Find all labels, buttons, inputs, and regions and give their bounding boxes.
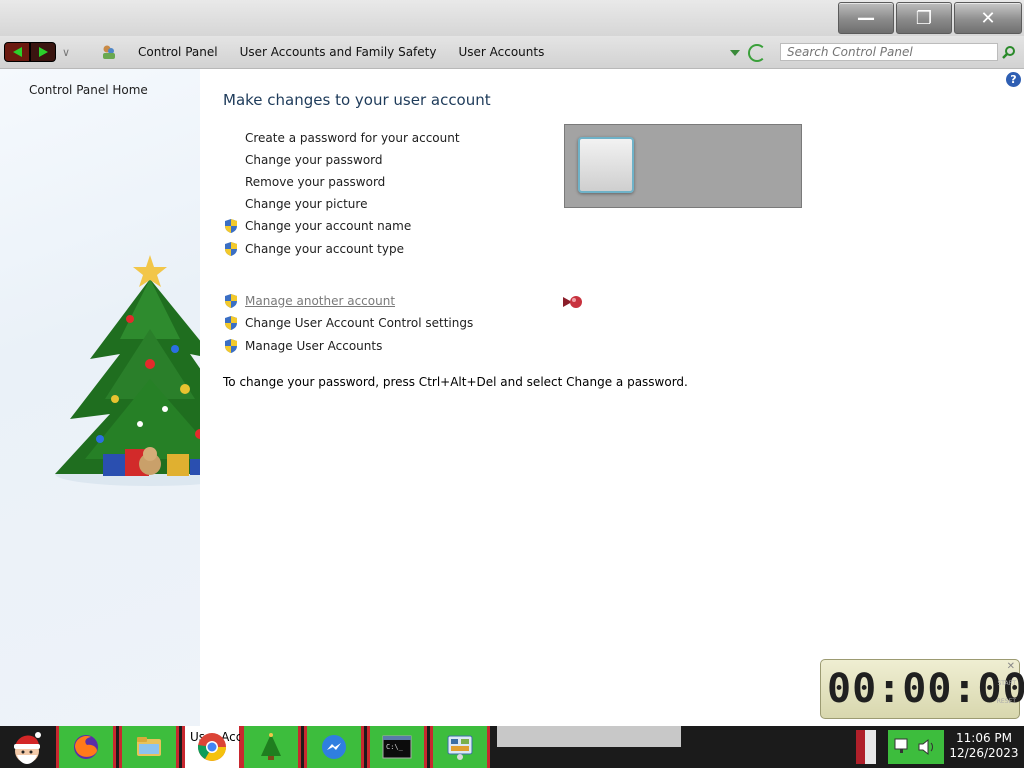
back-button[interactable]	[4, 42, 30, 62]
back-arrow-icon	[12, 47, 22, 57]
navigation-buttons: ∨	[4, 42, 70, 62]
messenger-icon	[322, 735, 346, 759]
minimize-button[interactable]: —	[838, 2, 894, 34]
network-volume-icon[interactable]	[891, 734, 941, 760]
address-actions	[730, 44, 766, 62]
recent-pages-chevron-icon[interactable]: ∨	[62, 46, 70, 59]
taskbar-firefox[interactable]	[56, 726, 116, 768]
folder-icon	[137, 737, 161, 756]
breadcrumb-control-panel[interactable]: Control Panel	[138, 45, 218, 59]
uac-settings-link[interactable]: Change User Account Control settings	[245, 316, 473, 330]
stopwatch-gadget[interactable]: 00:00:00 ✕ START RESET	[820, 659, 1024, 719]
remove-password-link[interactable]: Remove your password	[245, 175, 385, 189]
manage-another-account-link[interactable]: Manage another account	[245, 294, 395, 308]
taskbar-clock[interactable]: 11:06 PM 12/26/2023	[948, 731, 1020, 761]
firefox-icon	[74, 735, 98, 759]
stopwatch-display: 00:00:00	[827, 666, 1024, 712]
stopwatch-start-button[interactable]: START	[997, 680, 1016, 687]
page-title: Make changes to your user account	[223, 91, 491, 109]
taskbar-christmas-tree-app[interactable]	[241, 726, 301, 768]
window-controls: — ❐ ✕	[836, 2, 1022, 34]
uac-shield-icon	[225, 316, 237, 330]
maximize-button[interactable]: ❐	[896, 2, 952, 34]
change-picture-link[interactable]: Change your picture	[245, 197, 367, 211]
address-bar: ∨ Control Panel User Accounts and Family…	[0, 36, 1024, 69]
restore-icon: ❐	[915, 7, 933, 29]
svg-text:C:\_: C:\_	[386, 743, 404, 751]
uac-shield-icon	[225, 219, 237, 233]
control-panel-icon	[100, 43, 118, 61]
manage-user-accounts-link[interactable]: Manage User Accounts	[245, 339, 382, 353]
search-input[interactable]	[780, 43, 998, 61]
taskbar-user-accounts-window[interactable]: User Accounts	[182, 726, 242, 768]
close-icon: ✕	[980, 7, 996, 29]
minimize-icon: —	[857, 7, 875, 29]
stopwatch-reset-button[interactable]: RESET	[997, 698, 1016, 705]
taskbar-messenger[interactable]	[304, 726, 364, 768]
taskbar-control-panel[interactable]	[430, 726, 490, 768]
christmas-tree-icon	[261, 733, 281, 760]
control-panel-home-link[interactable]: Control Panel Home	[29, 83, 148, 97]
forward-button[interactable]	[30, 42, 56, 62]
main-content: ? Make changes to your user account Crea…	[200, 69, 1024, 726]
change-password-link[interactable]: Change your password	[245, 153, 383, 167]
taskbar-date: 12/26/2023	[949, 746, 1019, 760]
uac-shield-icon	[225, 339, 237, 353]
mouse-cursor-icon	[563, 296, 582, 308]
start-button[interactable]	[2, 726, 52, 768]
taskbar-time: 11:06 PM	[956, 731, 1012, 745]
taskbar-preview-strip	[497, 726, 681, 747]
breadcrumb-user-accounts-family-safety[interactable]: User Accounts and Family Safety	[240, 45, 437, 59]
address-dropdown-icon[interactable]	[730, 50, 740, 56]
santa-start-icon	[14, 732, 41, 764]
create-password-link[interactable]: Create a password for your account	[245, 131, 460, 145]
search-icon[interactable]	[1002, 45, 1016, 59]
account-picture-panel	[564, 124, 802, 208]
left-navigation-pane: Control Panel Home	[0, 69, 250, 726]
taskbar-file-explorer[interactable]	[119, 726, 179, 768]
account-picture[interactable]	[578, 137, 634, 193]
title-bar: — ❐ ✕	[0, 0, 1024, 36]
help-icon[interactable]: ?	[1006, 72, 1021, 87]
uac-shield-icon	[225, 294, 237, 308]
uac-shield-icon	[225, 242, 237, 256]
control-panel-icon	[447, 735, 473, 760]
change-account-name-link[interactable]: Change your account name	[245, 219, 411, 233]
forward-arrow-icon	[38, 47, 48, 57]
system-tray	[888, 730, 944, 764]
password-change-note: To change your password, press Ctrl+Alt+…	[223, 375, 688, 389]
tray-flag-icon[interactable]	[856, 730, 876, 764]
taskbar: User Accounts C:\_	[0, 726, 1024, 768]
taskbar-command-prompt[interactable]: C:\_	[367, 726, 427, 768]
breadcrumb: Control Panel User Accounts and Family S…	[100, 36, 566, 68]
refresh-icon[interactable]	[748, 44, 766, 62]
gadget-close-icon[interactable]: ✕	[1007, 661, 1015, 672]
change-account-type-link[interactable]: Change your account type	[245, 242, 404, 256]
chrome-icon	[198, 733, 226, 761]
breadcrumb-user-accounts[interactable]: User Accounts	[458, 45, 544, 59]
command-prompt-icon: C:\_	[382, 735, 412, 759]
close-button[interactable]: ✕	[954, 2, 1022, 34]
